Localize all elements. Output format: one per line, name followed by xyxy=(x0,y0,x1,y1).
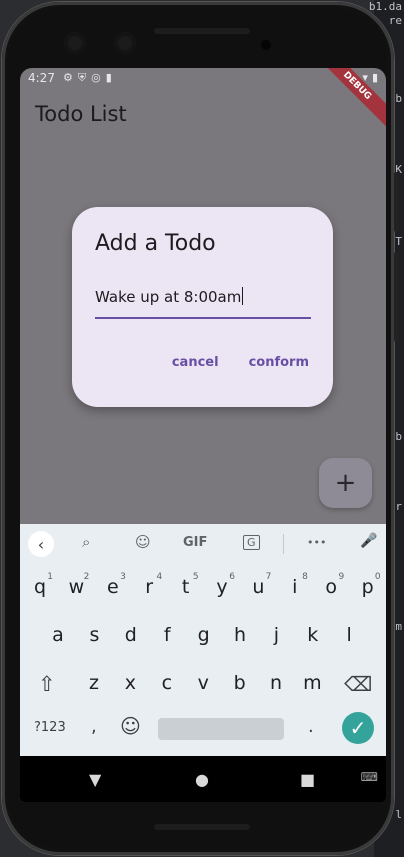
key-hint: 2 xyxy=(83,572,90,582)
plus-icon: + xyxy=(334,468,357,498)
key-v[interactable]: v xyxy=(188,672,218,694)
key-w[interactable]: w2 xyxy=(61,572,91,598)
key-d[interactable]: d xyxy=(116,624,146,646)
add-todo-dialog: Add a Todo Wake up at 8:00am cancel conf… xyxy=(72,207,333,407)
key-hint: 3 xyxy=(120,572,126,582)
editor-text: b1.da xyxy=(368,0,402,13)
key-hint: 8 xyxy=(302,572,308,582)
check-icon: ✓ xyxy=(349,716,367,740)
key-g[interactable]: g xyxy=(189,624,219,646)
home-circle-icon[interactable]: ● xyxy=(195,770,209,789)
bottom-speaker xyxy=(154,824,250,830)
gif-button[interactable]: GIF xyxy=(183,535,207,550)
data-saver-icon: ◎ xyxy=(91,71,101,84)
key-c[interactable]: c xyxy=(152,672,182,694)
symbols-key[interactable]: ?123 xyxy=(34,720,66,735)
key-hint: 9 xyxy=(338,572,345,582)
back-triangle-icon[interactable]: ▼ xyxy=(89,770,101,789)
sticker-icon[interactable]: ☺ xyxy=(135,533,151,551)
page-title: Todo List xyxy=(35,102,127,126)
microphone-icon[interactable]: 🎤 xyxy=(360,533,377,549)
status-time: 4:27 xyxy=(28,71,55,85)
key-p[interactable]: p0 xyxy=(353,572,383,598)
recents-square-icon[interactable]: ■ xyxy=(300,770,315,789)
camera-icon xyxy=(64,32,86,54)
key-i[interactable]: i8 xyxy=(280,572,310,598)
key-hint: 7 xyxy=(265,572,272,582)
todo-input-value: Wake up at 8:00am xyxy=(95,288,242,306)
keyboard-row-1: q1w2 e3r4 t5y6u7 i8o9 p0 xyxy=(20,572,386,616)
text-caret xyxy=(242,287,244,305)
emoji-icon[interactable]: ☺ xyxy=(120,714,141,738)
period-key[interactable]: . xyxy=(308,716,314,737)
editor-text: r xyxy=(395,500,402,513)
todo-input[interactable]: Wake up at 8:00am xyxy=(95,287,311,319)
space-key[interactable] xyxy=(158,718,284,740)
shift-key[interactable]: ⇧ xyxy=(38,672,56,696)
keyboard-toolbar: ‹ ⌕ ☺ GIF G ••• 🎤 xyxy=(20,524,386,564)
cancel-button[interactable]: cancel xyxy=(172,355,219,370)
key-r[interactable]: r4 xyxy=(134,572,164,598)
key-s[interactable]: s xyxy=(79,624,109,646)
key-hint: 4 xyxy=(156,572,163,582)
editor-text: re xyxy=(388,14,402,27)
camera-icon xyxy=(114,32,136,54)
key-e[interactable]: e3 xyxy=(98,572,128,598)
status-icons: ⚙ ⛨ ◎ ▮ xyxy=(63,71,112,85)
key-hint: 1 xyxy=(47,572,53,582)
enter-key[interactable]: ✓ xyxy=(342,712,374,744)
backspace-key[interactable]: ⌫ xyxy=(344,672,372,696)
power-button xyxy=(394,252,399,342)
settings-icon: ⚙ xyxy=(63,71,73,84)
editor-text: m xyxy=(395,620,402,633)
soft-keyboard: ‹ ⌕ ☺ GIF G ••• 🎤 q1w2 e3r4 t5y6u7 i8o9 p0 a… xyxy=(20,524,386,756)
comma-key[interactable]: , xyxy=(91,716,97,737)
chevron-left-icon[interactable]: ‹ xyxy=(28,531,54,557)
key-u[interactable]: u7 xyxy=(243,572,273,598)
earpiece-speaker xyxy=(154,28,250,34)
dialog-title: Add a Todo xyxy=(95,231,216,256)
toolbar-divider xyxy=(283,534,284,554)
front-sensor xyxy=(261,40,271,50)
key-z[interactable]: z xyxy=(79,672,109,694)
translate-icon[interactable]: G xyxy=(243,535,260,550)
key-a[interactable]: a xyxy=(43,624,73,646)
dialog-actions: cancel conform xyxy=(172,355,309,370)
device-screen: 4:27 ⚙ ⛨ ◎ ▮ ▾ ▮ DEBUG Todo List + Add a… xyxy=(20,68,386,802)
key-t[interactable]: t5 xyxy=(171,572,201,598)
key-y[interactable]: y6 xyxy=(207,572,237,598)
shield-icon: ⛨ xyxy=(77,71,87,84)
key-l[interactable]: l xyxy=(334,624,364,646)
editor-text: l xyxy=(395,808,402,821)
key-hint: 0 xyxy=(374,572,381,582)
key-hint: 5 xyxy=(192,572,199,582)
key-m[interactable]: m xyxy=(297,672,327,694)
phone-frame: 4:27 ⚙ ⛨ ◎ ▮ ▾ ▮ DEBUG Todo List + Add a… xyxy=(2,2,399,855)
key-n[interactable]: n xyxy=(261,672,291,694)
editor-text: T xyxy=(395,235,402,248)
keyboard-icon[interactable]: ⌨ xyxy=(361,770,378,784)
key-k[interactable]: k xyxy=(298,624,328,646)
key-x[interactable]: x xyxy=(115,672,145,694)
key-j[interactable]: j xyxy=(261,624,291,646)
key-f[interactable]: f xyxy=(152,624,182,646)
battery-icon: ▮ xyxy=(371,71,378,84)
volume-button xyxy=(394,172,399,232)
add-todo-button[interactable]: + xyxy=(319,458,372,508)
editor-text: b xyxy=(395,92,402,105)
search-icon[interactable]: ⌕ xyxy=(82,533,90,551)
key-o[interactable]: o9 xyxy=(316,572,346,598)
key-h[interactable]: h xyxy=(225,624,255,646)
more-icon[interactable]: ••• xyxy=(307,536,326,549)
editor-text: b xyxy=(395,430,402,443)
key-b[interactable]: b xyxy=(225,672,255,694)
key-q[interactable]: q1 xyxy=(25,572,55,598)
keyboard-row-2: asdfghjkl xyxy=(20,624,386,664)
keyboard-row-3: ⇧ ⌫ zxcvbnm xyxy=(20,672,386,712)
navigation-bar: ▼ ● ■ ⌨ xyxy=(20,756,386,802)
sim-card-icon: ▮ xyxy=(105,71,112,84)
confirm-button[interactable]: conform xyxy=(249,355,309,370)
key-hint: 6 xyxy=(229,572,235,582)
